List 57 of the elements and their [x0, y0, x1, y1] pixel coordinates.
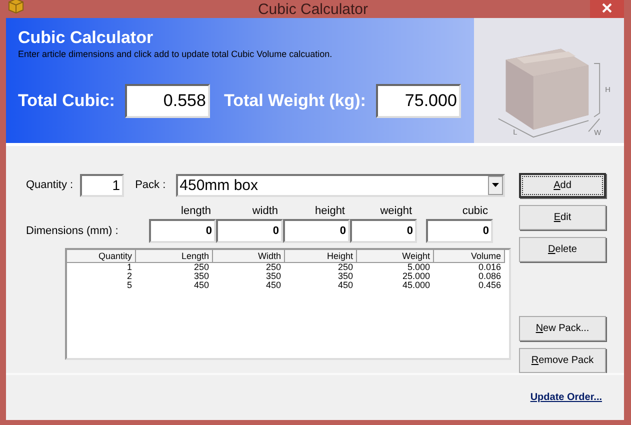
table-cell-text: 5 — [126, 281, 133, 290]
table-cell-text: 450 — [336, 281, 354, 290]
close-icon — [602, 3, 612, 13]
action-button[interactable]: New Pack... — [519, 316, 606, 341]
table-cell-text: 350 — [336, 272, 354, 281]
dropdown-arrow-icon — [492, 183, 499, 187]
table-cell-text: 0.456 — [477, 281, 502, 290]
action-button[interactable]: Edit — [519, 205, 606, 230]
dimension-label: weight — [379, 205, 413, 217]
table-cell-text: 25.000 — [401, 272, 431, 281]
table-cell-text: 5.000 — [406, 263, 431, 272]
quantity-field[interactable]: 1 — [80, 174, 124, 196]
total-field[interactable]: 75.000 — [376, 84, 461, 118]
dimension-label: cubic — [461, 205, 489, 217]
table-cell-text: 450 — [264, 281, 282, 290]
total-label: Total Cubic: — [18, 91, 115, 111]
column-header[interactable]: Width — [213, 250, 285, 263]
header-subtitle: Enter article dimensions and click add to update total Cubic Volume calcuation. — [18, 49, 334, 59]
dimension-label: width — [251, 205, 279, 217]
table-cell-text: 350 — [264, 272, 282, 281]
header-title: Cubic Calculator — [18, 28, 154, 48]
column-header[interactable]: Volume — [434, 250, 505, 263]
action-button[interactable]: Remove Pack — [519, 348, 606, 373]
action-button[interactable]: Add — [519, 173, 606, 198]
column-header[interactable]: Quantity — [67, 250, 136, 263]
column-header[interactable]: Height — [285, 250, 357, 263]
update-order-link[interactable]: Update Order... — [530, 392, 602, 403]
dimensions-label: Dimensions (mm) : — [26, 225, 120, 237]
table-cell-text: 0.086 — [477, 272, 502, 281]
dimension-field[interactable]: 0 — [216, 219, 283, 243]
dimension-label: height — [314, 205, 346, 217]
dimension-field[interactable]: 0 — [283, 219, 350, 243]
close-button[interactable] — [590, 0, 624, 18]
action-button[interactable]: Delete — [519, 237, 606, 262]
dimension-field[interactable]: 0 — [350, 219, 417, 243]
table-cell-text: 250 — [192, 263, 210, 272]
table-cell-text: 0.016 — [477, 263, 502, 272]
pack-label: Pack : — [135, 179, 166, 191]
table-cell-text: 250 — [264, 263, 282, 272]
table-cell-text: 45.000 — [401, 281, 431, 290]
column-header[interactable]: Weight — [357, 250, 434, 263]
cube-icon — [8, 0, 24, 14]
total-label: Total Weight (kg): — [224, 91, 366, 111]
pack-dropdown[interactable]: 450mm box — [176, 174, 505, 196]
quantity-label: Quantity : — [26, 179, 74, 191]
dimension-field[interactable]: 0 — [149, 219, 216, 243]
table-cell-text: 250 — [336, 263, 354, 272]
dimension-label: length — [180, 205, 212, 217]
box-drawing: H L W — [479, 23, 619, 138]
table-cell-text: 2 — [126, 272, 133, 281]
total-field[interactable]: 0.558 — [124, 84, 210, 118]
column-header[interactable]: Length — [136, 250, 213, 263]
table-cell-text: 450 — [192, 281, 210, 290]
table-cell-text: 1 — [126, 263, 133, 272]
table-cell-text: 350 — [192, 272, 210, 281]
window-title: Cubic Calculator — [256, 0, 370, 18]
dimension-field[interactable]: 0 — [426, 219, 493, 243]
